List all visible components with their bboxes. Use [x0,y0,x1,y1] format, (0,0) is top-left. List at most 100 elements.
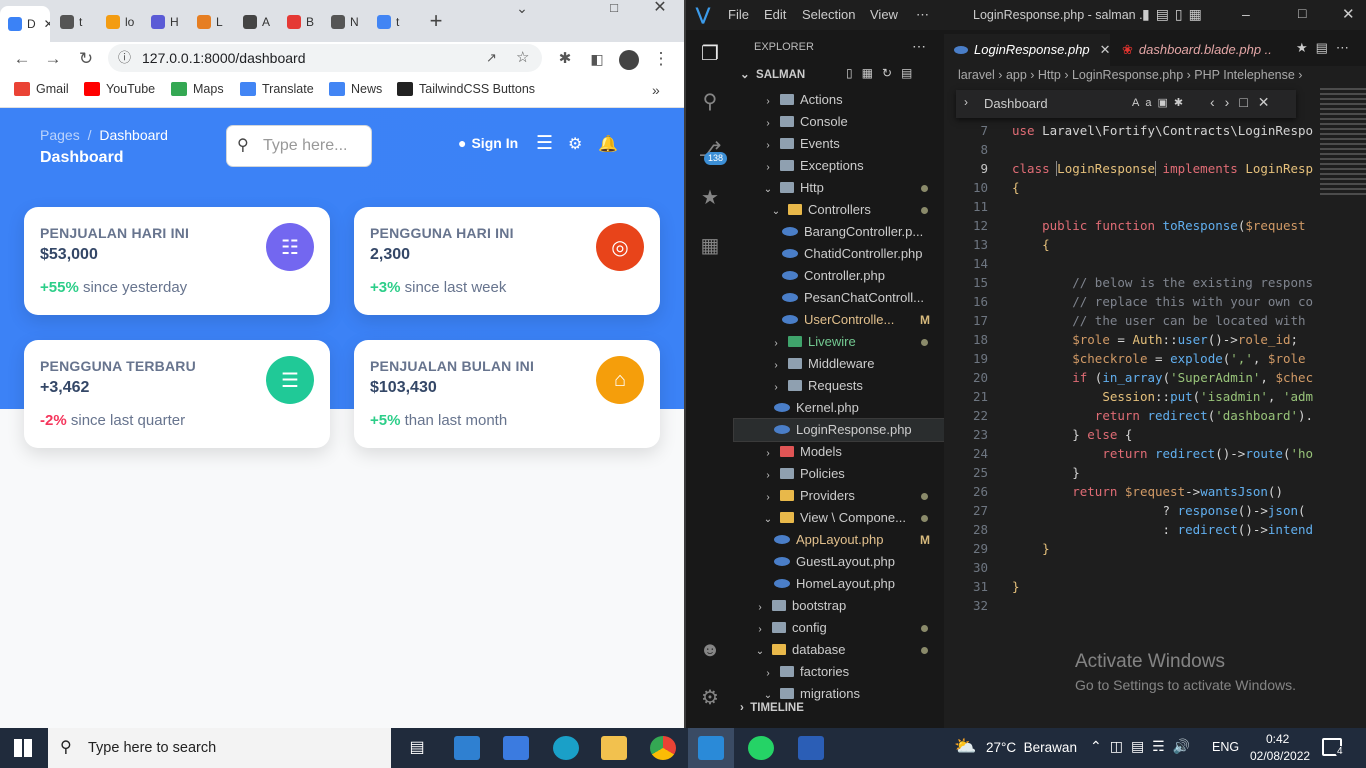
whatsapp-icon[interactable] [748,736,774,760]
explorer-icon[interactable]: ❐ [698,42,722,66]
toggle-replace-icon[interactable]: › [964,95,968,109]
code-line[interactable]: return redirect('dashboard'). [1012,408,1314,423]
search-input[interactable]: ⚲ Type here... [226,125,372,167]
browser-tab[interactable]: t [369,8,413,36]
menu-item[interactable]: ⋯ [916,7,929,23]
browser-tab[interactable]: A [235,8,277,36]
debug-icon[interactable]: ★ [698,186,722,210]
code-line[interactable]: } [1012,579,1314,594]
timeline-section[interactable]: › TIMELINE [740,702,804,714]
explorer-toolbar[interactable]: ▯▦↻▤ [846,66,921,80]
code-line[interactable]: if (in_array('SuperAdmin', $chec [1012,370,1314,385]
minimize-button[interactable]: ⌄ [500,0,544,16]
reload-button[interactable]: ↻ [73,46,99,72]
menu-icon[interactable]: ⋮ [648,46,674,72]
code-line[interactable]: : redirect()->intend [1012,522,1314,537]
tab-loginresponse[interactable]: LoginResponse.php ✕ [944,34,1110,66]
browser-tab[interactable]: B [279,8,321,36]
info-icon[interactable]: ⓘ [118,44,131,72]
code-line[interactable]: } [1012,541,1314,556]
settings-icon[interactable]: ⚙ [698,686,722,710]
code-line[interactable]: use Laravel\Fortify\Contracts\LoginRespo [1012,123,1314,138]
crumb-app[interactable]: app [1006,68,1027,82]
store-icon[interactable] [503,736,529,760]
browser-tab[interactable]: H [143,8,187,36]
hamburger-icon[interactable]: ☰ [536,132,553,155]
file-explorer-icon[interactable] [601,736,627,760]
vscode-task-active[interactable] [688,728,734,768]
crumb-symbol[interactable]: PHP Intelephense [1194,68,1295,82]
bookmark-item[interactable]: Translate [240,82,314,96]
account-icon[interactable]: ☻ [698,638,722,662]
menu-item[interactable]: View [870,7,898,22]
task-view-icon[interactable]: ▤ [404,736,430,760]
code-line[interactable]: } [1012,465,1314,480]
close-tab-icon[interactable]: ✕ [44,17,50,31]
weather-icon[interactable]: ⛅ [954,736,976,757]
code-line[interactable]: public function toResponse($request [1012,218,1314,233]
word-icon[interactable] [798,736,824,760]
file-item[interactable]: Kernel.php [734,397,944,419]
root-folder[interactable]: ⌄ SALMAN [740,67,805,81]
code-line[interactable]: { [1012,237,1314,252]
file-item[interactable]: AppLayout.php M [734,529,944,551]
bookmark-item[interactable]: TailwindCSS Buttons [397,82,535,96]
clock-time[interactable]: 0:42 [1266,732,1289,746]
folder-item[interactable]: › Exceptions [734,155,944,177]
bookmark-item[interactable]: Gmail [14,82,69,96]
crumb-http[interactable]: Http [1038,68,1061,82]
back-button[interactable]: ← [9,46,35,72]
clock-date[interactable]: 02/08/2022 [1250,749,1310,763]
tab-dashboard-blade[interactable]: ❀ dashboard.blade.php ...\v [1112,34,1272,66]
menu-item[interactable]: Selection [802,7,855,22]
folder-item[interactable]: › factories [734,661,944,683]
menu-item[interactable]: File [728,7,749,22]
taskbar-search[interactable]: ⚲ Type here to search [48,728,391,768]
browser-tab[interactable]: lo [98,8,142,36]
forward-button[interactable]: → [40,46,66,72]
breadcrumb-pages[interactable]: Pages [40,127,80,143]
editor-actions[interactable]: ★▤⋯ [1296,40,1357,56]
editor-breadcrumb[interactable]: laravel › app › Http › LoginResponse.php… [958,68,1302,82]
file-item[interactable]: BarangController.p... [734,221,944,243]
maximize-button[interactable]: □ [592,0,636,16]
close-window-button[interactable]: ✕ [1342,5,1355,23]
folder-item[interactable]: › Actions [734,89,944,111]
weather-text[interactable]: 27°C Berawan [986,740,1077,755]
close-tab-icon[interactable]: ✕ [1100,42,1110,57]
gear-icon[interactable]: ⚙ [568,134,582,154]
code-line[interactable]: { [1012,180,1314,195]
folder-item[interactable]: › Livewire [734,331,944,353]
find-options-icons[interactable]: Aa▣✱ [1132,96,1189,109]
folder-item[interactable]: › Policies [734,463,944,485]
tray-icons[interactable]: ⌃◫▤☴🔊 [1090,738,1198,755]
folder-item[interactable]: ⌄ View \ Compone... [734,507,944,529]
edge-icon[interactable] [553,736,579,760]
code-line[interactable]: $role = Auth::user()->role_id; [1012,332,1314,347]
find-input[interactable]: Dashboard [984,96,1048,111]
file-item[interactable]: LoginResponse.php [733,418,945,442]
code-line[interactable]: // the user can be located with [1012,313,1314,328]
code-line[interactable]: $checkrole = explode(',', $role [1012,351,1314,366]
address-bar[interactable]: ⓘ 127.0.0.1:8000/dashboard ↗ ☆ [108,44,542,72]
folder-item[interactable]: › Requests [734,375,944,397]
sign-in-link[interactable]: ● Sign In [458,135,518,151]
code-line[interactable]: return redirect()->route('ho [1012,446,1314,461]
extensions-icon[interactable]: ✱ [552,46,578,72]
maximize-button[interactable]: □ [1298,5,1306,21]
bookmark-item[interactable]: News [329,82,382,96]
crumb-laravel[interactable]: laravel [958,68,995,82]
extensions-icon[interactable]: ▦ [698,234,722,258]
bookmark-item[interactable]: YouTube [84,82,155,96]
search-icon[interactable]: ⚲ [698,90,722,114]
minimap[interactable] [1320,88,1366,198]
folder-item[interactable]: › Models [734,441,944,463]
code-line[interactable]: } else { [1012,427,1314,442]
more-actions-icon[interactable]: ⋯ [912,38,926,55]
star-icon[interactable]: ☆ [516,44,529,72]
code-line[interactable]: // below is the existing respons [1012,275,1314,290]
code-line[interactable]: class LoginResponse implements LoginResp [1012,161,1314,176]
minimize-button[interactable]: – [1242,6,1250,22]
bookmark-item[interactable]: Maps [171,82,224,96]
find-nav-icons[interactable]: ‹›□✕ [1210,94,1280,111]
